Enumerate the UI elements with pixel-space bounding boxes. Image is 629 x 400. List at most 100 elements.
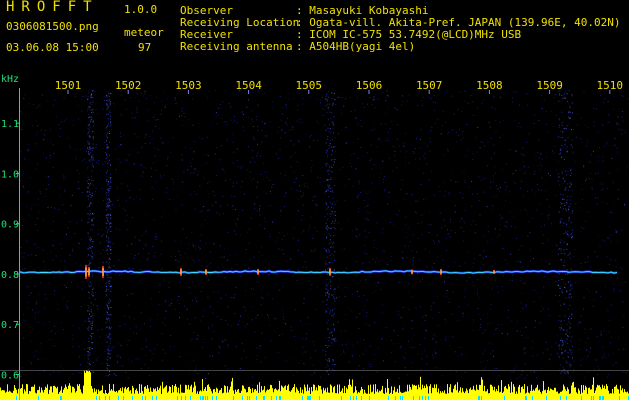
- streak-dot: [89, 255, 91, 257]
- streak-dot: [559, 248, 560, 250]
- noise-dot: [428, 231, 430, 233]
- noise-dot: [118, 259, 120, 261]
- noise-dot: [170, 303, 172, 305]
- streak-dot: [571, 189, 573, 191]
- noise-dot: [541, 259, 543, 261]
- noise-dot: [409, 274, 410, 276]
- noise-dot: [60, 260, 62, 262]
- activity-bar: [431, 393, 432, 400]
- noise-dot: [225, 92, 227, 94]
- noise-dot: [547, 348, 549, 350]
- activity-bar: [208, 384, 209, 400]
- noise-dot: [551, 223, 553, 225]
- noise-dot: [322, 349, 324, 351]
- noise-dot: [76, 170, 78, 172]
- streak-dot: [329, 235, 331, 237]
- noise-dot: [161, 100, 163, 102]
- noise-dot: [481, 179, 483, 181]
- noise-dot: [594, 193, 596, 195]
- noise-dot: [518, 122, 520, 124]
- streak-dot: [329, 209, 331, 211]
- noise-dot: [597, 197, 599, 199]
- noise-dot: [522, 348, 524, 350]
- noise-dot: [259, 214, 261, 216]
- noise-dot: [368, 324, 370, 326]
- streak-dot: [90, 152, 91, 154]
- noise-dot: [509, 149, 511, 151]
- noise-dot: [534, 371, 535, 373]
- noise-dot: [497, 324, 499, 326]
- streak-dot: [110, 287, 112, 289]
- noise-dot: [398, 342, 400, 344]
- noise-dot: [598, 341, 599, 343]
- streak-dot: [564, 266, 566, 268]
- noise-dot: [520, 210, 522, 212]
- streak-dot: [107, 214, 109, 216]
- noise-dot: [56, 116, 57, 118]
- noise-dot: [404, 245, 406, 247]
- streak-dot: [88, 159, 90, 161]
- noise-dot: [225, 294, 227, 296]
- noise-dot: [587, 126, 589, 128]
- activity-bar: [47, 384, 48, 400]
- noise-dot: [546, 199, 548, 201]
- streak-dot: [106, 125, 108, 127]
- noise-dot: [346, 219, 348, 221]
- noise-dot: [153, 353, 155, 355]
- noise-dot: [408, 308, 410, 310]
- noise-dot: [154, 285, 156, 287]
- noise-dot: [445, 249, 447, 251]
- noise-dot: [30, 292, 32, 294]
- noise-dot: [343, 351, 345, 353]
- noise-dot: [621, 229, 623, 231]
- noise-dot: [626, 171, 628, 173]
- streak-dot: [325, 337, 327, 339]
- noise-dot: [423, 198, 424, 200]
- noise-dot: [616, 151, 618, 153]
- noise-dot: [117, 197, 119, 199]
- noise-dot: [479, 254, 481, 256]
- activity-bar: [163, 388, 164, 400]
- noise-dot: [83, 320, 85, 322]
- noise-dot: [167, 157, 169, 159]
- noise-dot: [223, 121, 225, 123]
- streak-dot: [89, 354, 91, 356]
- noise-dot: [499, 187, 501, 189]
- streak-dot: [327, 135, 329, 137]
- noise-dot: [315, 210, 317, 212]
- streak-dot: [92, 165, 94, 167]
- noise-dot: [528, 221, 530, 223]
- streak-dot: [562, 121, 564, 123]
- activity-bar: [140, 392, 141, 400]
- streak-dot: [109, 223, 111, 225]
- streak-dot: [571, 129, 572, 131]
- noise-dot: [496, 286, 498, 287]
- streak-dot: [109, 326, 110, 328]
- streak-dot: [89, 119, 91, 121]
- noise-dot: [612, 109, 614, 110]
- noise-dot: [169, 346, 171, 347]
- noise-dot: [204, 339, 206, 341]
- noise-dot: [389, 128, 391, 130]
- noise-dot: [578, 207, 580, 209]
- streak-dot: [328, 296, 330, 298]
- noise-dot: [208, 264, 210, 266]
- streak-dot: [558, 301, 559, 303]
- activity-bar: [251, 393, 252, 400]
- streak-dot: [91, 311, 92, 313]
- noise-dot: [134, 133, 136, 135]
- noise-dot: [495, 172, 496, 174]
- activity-bar: [88, 371, 89, 400]
- noise-dot: [616, 147, 618, 149]
- noise-dot: [318, 123, 320, 125]
- noise-dot: [402, 328, 404, 330]
- noise-dot: [64, 224, 66, 226]
- noise-dot: [518, 249, 520, 251]
- activity-bar: [470, 387, 471, 400]
- noise-dot: [606, 203, 608, 204]
- noise-dot: [113, 265, 115, 267]
- noise-dot: [64, 267, 66, 269]
- noise-dot: [77, 181, 79, 183]
- noise-dot: [45, 188, 47, 190]
- streak-dot: [571, 287, 573, 289]
